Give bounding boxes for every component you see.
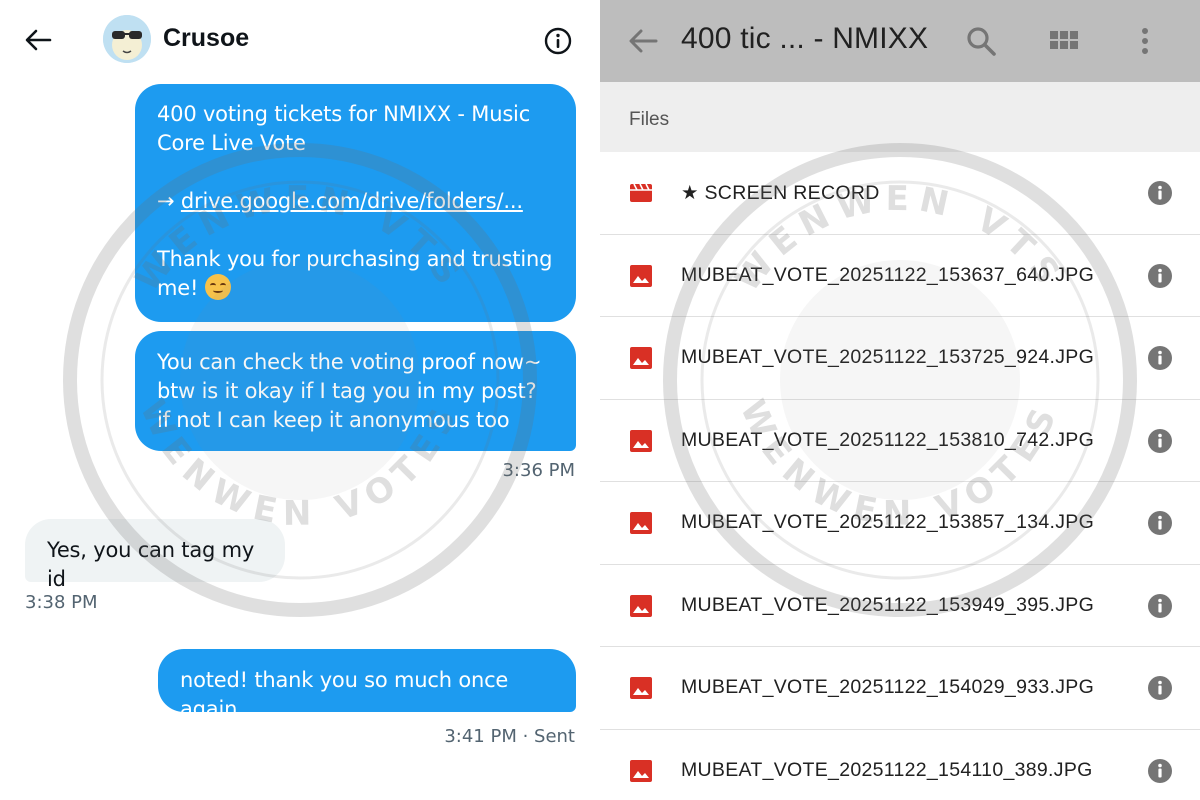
- message-bubble-sent[interactable]: You can check the voting proof now~ btw …: [135, 331, 576, 451]
- image-file-icon: [629, 429, 653, 453]
- more-options-icon[interactable]: [1130, 24, 1160, 58]
- drive-toolbar: 400 tic ... - NMIXX: [600, 0, 1200, 82]
- file-row-image[interactable]: MUBEAT_VOTE_20251122_153810_742.JPG: [600, 400, 1200, 483]
- files-section-header: Files: [600, 82, 1200, 152]
- file-name: MUBEAT_VOTE_20251122_153810_742.JPG: [681, 428, 1095, 451]
- smiling-face-with-hearts-icon: [204, 274, 231, 300]
- file-row-image[interactable]: MUBEAT_VOTE_20251122_154029_933.JPG: [600, 647, 1200, 730]
- avatar[interactable]: [103, 15, 151, 63]
- file-name: MUBEAT_VOTE_20251122_154110_389.JPG: [681, 758, 1093, 781]
- back-arrow-icon[interactable]: [626, 24, 660, 58]
- image-file-icon: [629, 676, 653, 700]
- info-icon[interactable]: [1147, 758, 1173, 784]
- info-icon[interactable]: [1147, 428, 1173, 454]
- image-file-icon: [629, 264, 653, 288]
- file-row-image[interactable]: MUBEAT_VOTE_20251122_153725_924.JPG: [600, 317, 1200, 400]
- file-name: ★ SCREEN RECORD: [681, 182, 880, 204]
- info-icon[interactable]: [1147, 345, 1173, 371]
- message-text: 400 voting tickets for NMIXX - Music Cor…: [157, 102, 537, 155]
- file-name: MUBEAT_VOTE_20251122_154029_933.JPG: [681, 676, 1095, 698]
- file-row-image[interactable]: MUBEAT_VOTE_20251122_154110_389.JPG: [600, 730, 1200, 800]
- drive-panel: 400 tic ... - NMIXX Files ★ SCREEN RECOR…: [600, 0, 1200, 800]
- message-timestamp: 3:36 PM: [502, 460, 575, 481]
- info-icon[interactable]: [543, 26, 573, 56]
- file-name: MUBEAT_VOTE_20251122_153857_134.JPG: [681, 511, 1095, 533]
- message-timestamp: 3:41 PM · Sent: [444, 726, 575, 747]
- drive-link[interactable]: drive.google.com/drive/folders/...: [181, 189, 523, 213]
- video-file-icon: [629, 181, 653, 205]
- file-row-image[interactable]: MUBEAT_VOTE_20251122_153857_134.JPG: [600, 482, 1200, 565]
- message-timestamp: 3:38 PM: [25, 592, 98, 613]
- file-name: MUBEAT_VOTE_20251122_153949_395.JPG: [681, 593, 1095, 616]
- contact-name[interactable]: Crusoe: [163, 24, 249, 53]
- file-row-image[interactable]: MUBEAT_VOTE_20251122_153637_640.JPG: [600, 235, 1200, 318]
- folder-title: 400 tic ... - NMIXX: [681, 22, 929, 55]
- image-file-icon: [629, 594, 653, 618]
- search-icon[interactable]: [964, 24, 998, 58]
- info-icon[interactable]: [1147, 675, 1173, 701]
- grid-view-icon[interactable]: [1047, 24, 1081, 58]
- message-bubble-sent[interactable]: 400 voting tickets for NMIXX - Music Cor…: [135, 84, 576, 322]
- image-file-icon: [629, 511, 653, 535]
- chat-header: Crusoe: [0, 0, 600, 82]
- image-file-icon: [629, 759, 653, 783]
- files-label: Files: [629, 109, 670, 130]
- file-name: MUBEAT_VOTE_20251122_153725_924.JPG: [681, 346, 1095, 368]
- file-row-image[interactable]: MUBEAT_VOTE_20251122_153949_395.JPG: [600, 565, 1200, 648]
- info-icon[interactable]: [1147, 263, 1173, 289]
- chat-panel: Crusoe 400 voting tickets for NMIXX - Mu…: [0, 0, 600, 800]
- message-bubble-received[interactable]: Yes, you can tag my id: [25, 519, 285, 591]
- file-name: MUBEAT_VOTE_20251122_153637_640.JPG: [681, 263, 1095, 286]
- file-list: ★ SCREEN RECORD MUBEAT_VOTE_20251122_153…: [600, 152, 1200, 800]
- info-icon[interactable]: [1147, 180, 1173, 206]
- file-row-video[interactable]: ★ SCREEN RECORD: [600, 152, 1200, 235]
- message-bubble-sent[interactable]: noted! thank you so much once again: [158, 649, 576, 721]
- back-arrow-icon[interactable]: [22, 26, 54, 54]
- info-icon[interactable]: [1147, 593, 1173, 619]
- info-icon[interactable]: [1147, 510, 1173, 536]
- arrow-glyph: →: [157, 189, 181, 213]
- image-file-icon: [629, 346, 653, 370]
